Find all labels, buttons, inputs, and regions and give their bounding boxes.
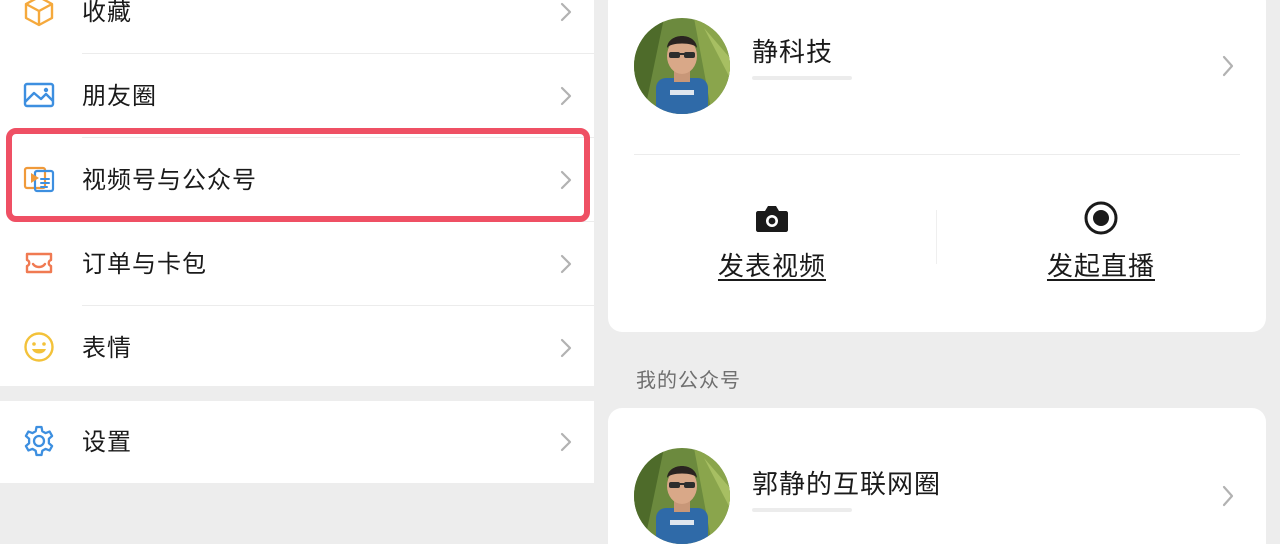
chevron-right-icon <box>556 1 576 23</box>
favorites-cube-icon <box>22 0 56 28</box>
chevron-right-icon <box>556 169 576 191</box>
moments-image-icon <box>22 78 56 112</box>
action-separator <box>936 210 937 264</box>
chevron-right-icon <box>556 85 576 107</box>
menu-item-orders-and-wallet[interactable]: 订单与卡包 <box>0 222 594 306</box>
menu-item-label: 表情 <box>82 334 132 362</box>
live-record-icon <box>1081 200 1121 236</box>
menu-item-label: 设置 <box>82 428 132 456</box>
camera-icon <box>752 200 792 236</box>
menu-item-label: 订单与卡包 <box>82 250 207 278</box>
start-live-label: 发起直播 <box>1046 252 1155 282</box>
menu-item-moments[interactable]: 朋友圈 <box>0 54 594 138</box>
menu-item-label: 视频号与公众号 <box>82 166 257 194</box>
orders-wallet-icon <box>22 246 56 280</box>
chevron-right-icon <box>556 253 576 275</box>
official-accounts-section-label: 我的公众号 <box>636 368 741 392</box>
gear-icon <box>22 424 56 458</box>
official-account-name: 郭静的互联网圈 <box>752 470 942 500</box>
channel-name: 静科技 <box>752 38 834 68</box>
channel-subtitle-placeholder <box>752 76 852 80</box>
post-video-button[interactable]: 发表视频 <box>652 200 892 283</box>
channel-card: 静科技 发表视频 发起直播 <box>608 0 1266 332</box>
menu-group-main: 收藏 朋友圈 视频号与公众号 订单与卡包 表情 <box>0 0 594 386</box>
post-video-label: 发表视频 <box>717 252 826 282</box>
menu-group-settings: 设置 <box>0 401 594 483</box>
me-menu-panel: 收藏 朋友圈 视频号与公众号 订单与卡包 表情 设置 <box>0 0 594 544</box>
start-live-button[interactable]: 发起直播 <box>981 200 1221 283</box>
menu-item-stickers[interactable]: 表情 <box>0 306 594 390</box>
menu-item-channels-and-official-accounts[interactable]: 视频号与公众号 <box>0 138 594 222</box>
menu-item-favorites[interactable]: 收藏 <box>0 0 594 54</box>
card-divider <box>634 154 1240 155</box>
channels-play-icon <box>22 162 56 196</box>
menu-item-label: 收藏 <box>82 0 132 26</box>
official-account-subtitle-placeholder <box>752 508 852 512</box>
menu-item-settings[interactable]: 设置 <box>0 401 594 485</box>
sticker-smile-icon <box>22 330 56 364</box>
menu-item-label: 朋友圈 <box>82 82 157 110</box>
chevron-right-icon <box>556 431 576 453</box>
chevron-right-icon <box>556 337 576 359</box>
official-account-card[interactable]: 郭静的互联网圈 <box>608 408 1266 544</box>
chevron-right-icon[interactable] <box>1218 54 1238 78</box>
channels-panel: 静科技 发表视频 发起直播 我的公众号 郭静的互联网圈 <box>594 0 1280 544</box>
chevron-right-icon <box>1218 484 1238 508</box>
avatar <box>634 448 730 544</box>
avatar[interactable] <box>634 18 730 114</box>
